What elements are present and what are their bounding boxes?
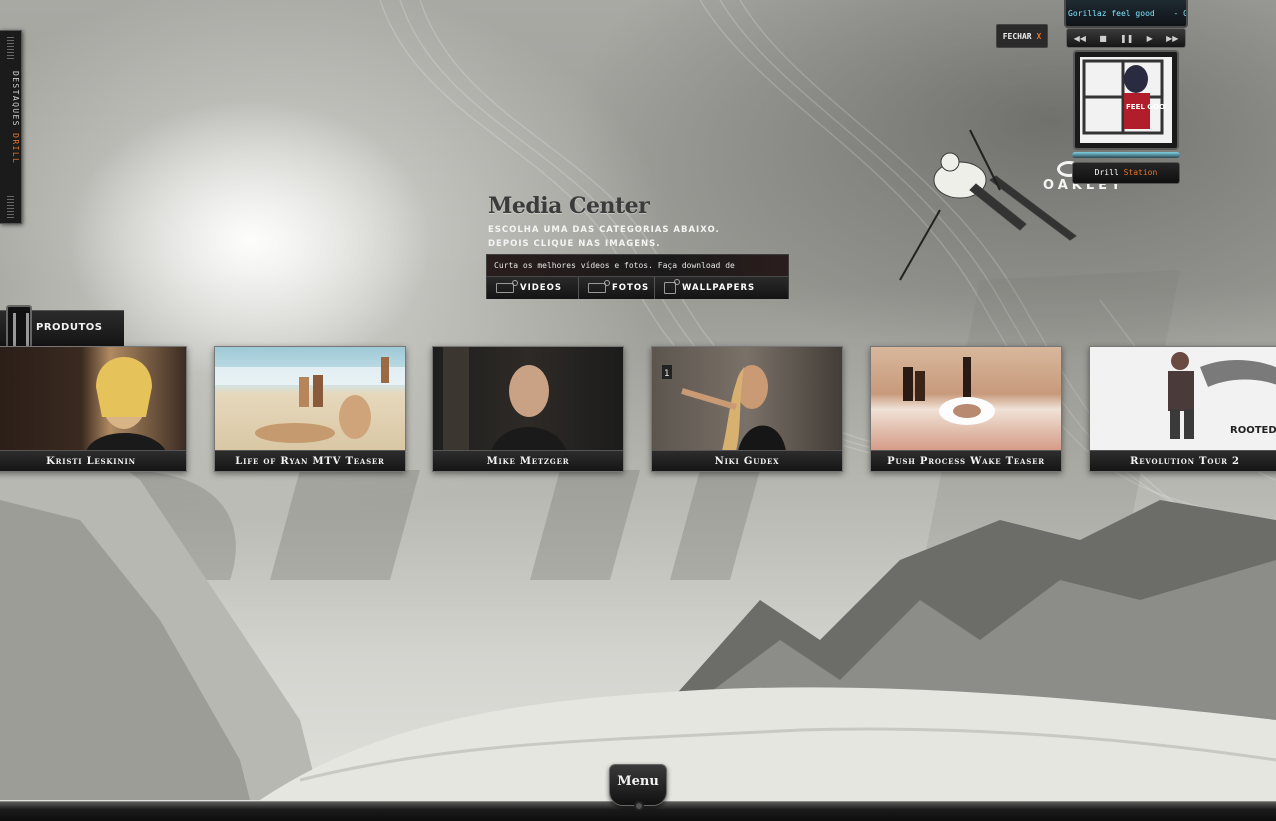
side-tab-label-main: DESTAQUES xyxy=(11,71,20,127)
menu-button[interactable]: Menu xyxy=(609,764,667,811)
video-thumbnail: ROOTED xyxy=(1090,347,1276,451)
video-card[interactable]: Mike Metzger xyxy=(432,346,624,472)
stop-button[interactable]: ■ xyxy=(1099,34,1107,43)
player-glow-bar xyxy=(1072,152,1180,158)
snowboard-image: ROOTED xyxy=(1168,352,1276,439)
video-card[interactable]: Kristi Leskinin xyxy=(0,346,187,472)
station-label[interactable]: Drill Station xyxy=(1072,162,1180,184)
now-playing-marquee: Gorillaz feel good - Gorill xyxy=(1064,0,1188,28)
category-wallpapers-label: WALLPAPERS xyxy=(682,283,756,293)
pause-button[interactable]: ❚❚ xyxy=(1120,34,1133,43)
video-carousel: Kristi Leskinin Life of Ryan MTV Teaser … xyxy=(0,346,1276,472)
album-art: FEEL GOOD xyxy=(1073,50,1179,150)
music-player: Gorillaz feel good - Gorill ◀◀ ■ ❚❚ ▶ ▶▶… xyxy=(1062,0,1190,186)
rewind-button[interactable]: ◀◀ xyxy=(1074,34,1086,43)
media-center-subtitle-line2: Depois clique nas imagens. xyxy=(488,239,661,249)
close-button[interactable]: FECHAR X xyxy=(996,24,1048,48)
video-title: Life of Ryan MTV Teaser xyxy=(215,450,405,471)
video-title: Niki Gudex xyxy=(652,450,842,471)
close-button-label: FECHAR xyxy=(1002,32,1032,41)
media-center-description: Curta os melhores vídeos e fotos. Faça d… xyxy=(487,255,788,292)
video-title: Kristi Leskinin xyxy=(0,450,186,471)
media-center-subtitle: Escolha uma das categorias abaixo. Depoi… xyxy=(488,223,748,251)
video-title: Mike Metzger xyxy=(433,450,623,471)
now-playing-title: Gorillaz feel good xyxy=(1068,9,1155,18)
play-button[interactable]: ▶ xyxy=(1147,34,1153,43)
category-fotos-label: FOTOS xyxy=(612,283,650,293)
category-wallpapers-button[interactable]: WALLPAPERS xyxy=(655,277,788,299)
produtos-label: PRODUTOS xyxy=(36,322,103,333)
forward-button[interactable]: ▶▶ xyxy=(1166,34,1178,43)
station-label-accent: Station xyxy=(1123,168,1158,177)
category-videos-button[interactable]: VIDEOS xyxy=(487,277,579,299)
camera-icon xyxy=(588,280,610,293)
video-card[interactable]: ROOTED Revolution Tour 2 xyxy=(1089,346,1276,472)
album-cover-text: FEEL GOOD xyxy=(1126,103,1166,111)
media-center-panel: Curta os melhores vídeos e fotos. Faça d… xyxy=(486,254,789,299)
video-thumbnail xyxy=(0,347,186,451)
destaques-side-tab[interactable]: DESTAQUES DRILL xyxy=(0,30,22,224)
media-center-title: Media Center xyxy=(488,193,650,219)
album-cover-image: FEEL GOOD xyxy=(1082,59,1171,135)
media-center-subtitle-line1: Escolha uma das categorias abaixo. xyxy=(488,225,720,235)
video-thumbnail: 1 xyxy=(652,347,842,451)
beach-image xyxy=(215,357,405,443)
grip-icon xyxy=(7,196,14,218)
station-label-main: Drill xyxy=(1094,168,1119,177)
menu-dot-icon xyxy=(634,801,644,811)
category-fotos-button[interactable]: FOTOS xyxy=(579,277,655,299)
video-thumbnail xyxy=(871,347,1061,451)
category-bar: VIDEOS FOTOS WALLPAPERS xyxy=(487,277,788,299)
video-card[interactable]: Push Process Wake Teaser xyxy=(870,346,1062,472)
rooted-logo: ROOTED xyxy=(1230,425,1276,436)
portrait-image xyxy=(443,347,567,451)
album-art-image: FEEL GOOD xyxy=(1080,57,1172,143)
player-controls: ◀◀ ■ ❚❚ ▶ ▶▶ xyxy=(1066,28,1186,48)
monitor-icon xyxy=(664,279,680,294)
video-thumbnail xyxy=(215,347,405,451)
video-title: Revolution Tour 2 xyxy=(1090,450,1276,471)
video-icon xyxy=(496,280,518,293)
portrait-image: 1 xyxy=(662,365,786,451)
grip-icon xyxy=(7,37,14,59)
side-tab-label-accent: DRILL xyxy=(11,133,20,165)
side-tab-label: DESTAQUES DRILL xyxy=(2,71,20,211)
portrait-image xyxy=(86,357,166,451)
category-videos-label: VIDEOS xyxy=(520,283,562,293)
promo-image xyxy=(903,357,995,425)
sign-number: 1 xyxy=(664,369,670,379)
video-card[interactable]: 1 Niki Gudex xyxy=(651,346,843,472)
produtos-tab[interactable]: PRODUTOS xyxy=(0,305,124,355)
video-card[interactable]: Life of Ryan MTV Teaser xyxy=(214,346,406,472)
video-title: Push Process Wake Teaser xyxy=(871,450,1061,471)
video-thumbnail xyxy=(433,347,623,451)
close-icon: X xyxy=(1036,32,1042,41)
now-playing-artist: - Gorill xyxy=(1173,9,1188,18)
menu-label: Menu xyxy=(617,774,659,789)
